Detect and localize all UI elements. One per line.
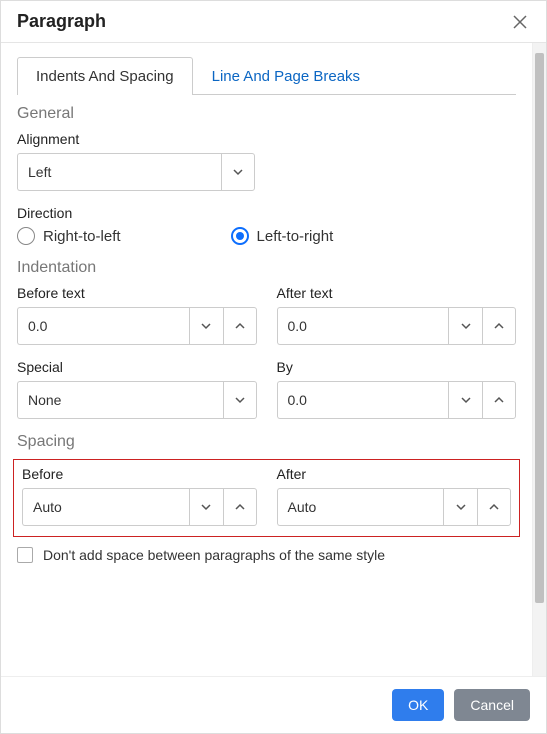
dialog-footer: OK Cancel <box>1 676 546 733</box>
by-increase[interactable] <box>482 381 516 419</box>
chevron-down-icon <box>460 394 472 406</box>
titlebar: Paragraph <box>1 1 546 43</box>
special-dropdown-button[interactable] <box>223 381 257 419</box>
dialog-body: Indents And Spacing Line And Page Breaks… <box>1 43 532 676</box>
before-text-increase[interactable] <box>223 307 257 345</box>
before-text-value[interactable]: 0.0 <box>17 307 189 345</box>
chevron-down-icon <box>232 166 244 178</box>
same-style-checkbox[interactable] <box>17 547 33 563</box>
scrollbar[interactable] <box>532 43 546 676</box>
tab-indents-spacing[interactable]: Indents And Spacing <box>17 57 193 95</box>
chevron-down-icon <box>234 394 246 406</box>
radio-rtl-label: Right-to-left <box>43 228 121 245</box>
before-text-spinner[interactable]: 0.0 <box>17 307 257 345</box>
tab-bar: Indents And Spacing Line And Page Breaks <box>17 57 516 95</box>
tab-line-page-breaks[interactable]: Line And Page Breaks <box>193 57 379 95</box>
chevron-down-icon <box>455 501 467 513</box>
before-text-label: Before text <box>17 285 257 301</box>
ok-button[interactable]: OK <box>392 689 444 721</box>
radio-icon <box>17 227 35 245</box>
after-text-value[interactable]: 0.0 <box>277 307 449 345</box>
spacing-after-value[interactable]: Auto <box>277 488 444 526</box>
spacing-highlight: Before Auto After <box>13 459 520 537</box>
alignment-value: Left <box>17 153 221 191</box>
special-value: None <box>17 381 223 419</box>
alignment-dropdown-button[interactable] <box>221 153 255 191</box>
direction-label: Direction <box>17 205 516 221</box>
dialog-title: Paragraph <box>17 11 106 32</box>
spacing-before-increase[interactable] <box>223 488 257 526</box>
spacing-before-value[interactable]: Auto <box>22 488 189 526</box>
chevron-up-icon <box>488 501 500 513</box>
after-text-decrease[interactable] <box>448 307 482 345</box>
section-indentation: Indentation <box>17 259 516 277</box>
radio-right-to-left[interactable]: Right-to-left <box>17 227 121 245</box>
spacing-after-spinner[interactable]: Auto <box>277 488 512 526</box>
scrollbar-thumb[interactable] <box>535 53 544 603</box>
chevron-down-icon <box>200 320 212 332</box>
by-label: By <box>277 359 517 375</box>
chevron-up-icon <box>493 394 505 406</box>
spacing-before-spinner[interactable]: Auto <box>22 488 257 526</box>
same-style-label: Don't add space between paragraphs of th… <box>43 547 385 563</box>
section-general: General <box>17 105 516 123</box>
spacing-before-label: Before <box>22 466 257 482</box>
special-label: Special <box>17 359 257 375</box>
spacing-before-decrease[interactable] <box>189 488 223 526</box>
by-value[interactable]: 0.0 <box>277 381 449 419</box>
spacing-after-decrease[interactable] <box>443 488 477 526</box>
radio-icon <box>231 227 249 245</box>
close-button[interactable] <box>510 12 530 32</box>
before-text-decrease[interactable] <box>189 307 223 345</box>
special-select[interactable]: None <box>17 381 257 419</box>
same-style-checkbox-row[interactable]: Don't add space between paragraphs of th… <box>17 547 516 563</box>
chevron-up-icon <box>493 320 505 332</box>
chevron-up-icon <box>234 320 246 332</box>
after-text-spinner[interactable]: 0.0 <box>277 307 517 345</box>
cancel-button[interactable]: Cancel <box>454 689 530 721</box>
alignment-label: Alignment <box>17 131 516 147</box>
chevron-up-icon <box>234 501 246 513</box>
paragraph-dialog: Paragraph Indents And Spacing Line And P… <box>0 0 547 734</box>
by-decrease[interactable] <box>448 381 482 419</box>
close-icon <box>513 15 527 29</box>
radio-left-to-right[interactable]: Left-to-right <box>231 227 334 245</box>
section-spacing: Spacing <box>17 433 516 451</box>
radio-ltr-label: Left-to-right <box>257 228 334 245</box>
spacing-after-label: After <box>277 466 512 482</box>
after-text-label: After text <box>277 285 517 301</box>
chevron-down-icon <box>200 501 212 513</box>
by-spinner[interactable]: 0.0 <box>277 381 517 419</box>
chevron-down-icon <box>460 320 472 332</box>
alignment-select[interactable]: Left <box>17 153 255 191</box>
spacing-after-increase[interactable] <box>477 488 511 526</box>
after-text-increase[interactable] <box>482 307 516 345</box>
